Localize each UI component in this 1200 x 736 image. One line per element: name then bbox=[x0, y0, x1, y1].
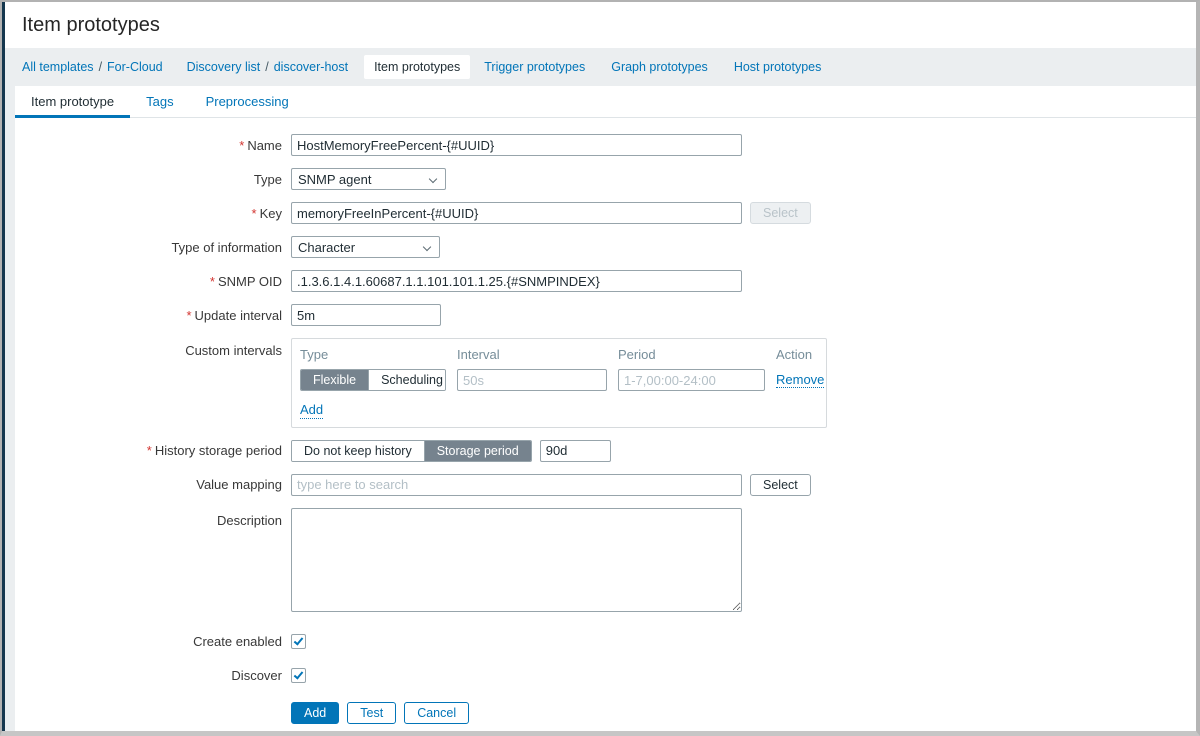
tab-tags[interactable]: Tags bbox=[130, 86, 189, 117]
create-enabled-label: Create enabled bbox=[15, 634, 282, 649]
chevron-down-icon bbox=[429, 175, 437, 183]
snmp-oid-row: *SNMP OID bbox=[15, 270, 1196, 292]
form-footer: Add Test Cancel bbox=[291, 702, 1196, 724]
type-of-information-label: Type of information bbox=[15, 240, 282, 255]
breadcrumb-discovery-rule[interactable]: discover-host bbox=[274, 60, 348, 74]
value-mapping-row: Value mapping Select bbox=[15, 474, 1196, 496]
app-window: Item prototypes All templates / For-Clou… bbox=[0, 0, 1200, 736]
custom-intervals-label: Custom intervals bbox=[15, 338, 282, 358]
breadcrumb-separator: / bbox=[265, 60, 268, 74]
history-storage-input[interactable] bbox=[540, 440, 611, 462]
name-input[interactable] bbox=[291, 134, 742, 156]
item-prototype-form: *Name Type SNMP agent *Key Select bbox=[15, 118, 1196, 724]
discover-row: Discover bbox=[15, 668, 1196, 683]
tab-preprocessing[interactable]: Preprocessing bbox=[190, 86, 305, 117]
type-select[interactable]: SNMP agent bbox=[291, 168, 446, 190]
main-area: Item prototypes All templates / For-Clou… bbox=[5, 2, 1196, 731]
discover-checkbox[interactable] bbox=[291, 668, 306, 683]
content-area: Item prototype Tags Preprocessing *Name … bbox=[5, 86, 1196, 731]
chevron-down-icon bbox=[423, 243, 431, 251]
nav-trigger-prototypes[interactable]: Trigger prototypes bbox=[484, 60, 585, 74]
page-header: Item prototypes bbox=[5, 2, 1196, 48]
add-interval-link[interactable]: Add bbox=[300, 402, 323, 419]
breadcrumb: All templates / For-Cloud Discovery list… bbox=[5, 48, 1196, 86]
checkmark-icon bbox=[294, 669, 304, 679]
required-asterisk: * bbox=[252, 206, 257, 221]
type-of-information-select[interactable]: Character bbox=[291, 236, 440, 258]
checkmark-icon bbox=[294, 635, 304, 645]
breadcrumb-template[interactable]: For-Cloud bbox=[107, 60, 163, 74]
tab-item-prototype[interactable]: Item prototype bbox=[15, 86, 130, 117]
header-interval: Interval bbox=[457, 347, 607, 362]
key-input[interactable] bbox=[291, 202, 742, 224]
sidebar-accent-bar bbox=[2, 2, 5, 731]
header-period: Period bbox=[618, 347, 765, 362]
remove-interval-link[interactable]: Remove bbox=[776, 372, 824, 389]
discover-label: Discover bbox=[15, 668, 282, 683]
add-button[interactable]: Add bbox=[291, 702, 339, 724]
required-asterisk: * bbox=[239, 138, 244, 153]
breadcrumb-discovery-list[interactable]: Discovery list bbox=[187, 60, 261, 74]
custom-intervals-table: Type Interval Period Action Flexible Sch… bbox=[291, 338, 827, 428]
key-select-button[interactable]: Select bbox=[750, 202, 811, 224]
snmp-oid-label: *SNMP OID bbox=[15, 274, 282, 289]
custom-intervals-row: Custom intervals Type Interval Period Ac… bbox=[15, 338, 1196, 428]
history-storage-label: *History storage period bbox=[15, 443, 282, 458]
update-interval-label: *Update interval bbox=[15, 308, 282, 323]
type-of-information-row: Type of information Character bbox=[15, 236, 1196, 258]
toggle-flexible[interactable]: Flexible bbox=[301, 370, 368, 390]
update-interval-row: *Update interval bbox=[15, 304, 1196, 326]
custom-intervals-header: Type Interval Period Action bbox=[300, 347, 818, 362]
required-asterisk: * bbox=[186, 308, 191, 323]
value-mapping-label: Value mapping bbox=[15, 477, 282, 492]
left-gutter bbox=[5, 86, 15, 731]
description-row: Description bbox=[15, 508, 1196, 612]
nav-graph-prototypes[interactable]: Graph prototypes bbox=[611, 60, 708, 74]
key-label: *Key bbox=[15, 206, 282, 221]
toggle-storage-period[interactable]: Storage period bbox=[424, 441, 531, 461]
create-enabled-checkbox[interactable] bbox=[291, 634, 306, 649]
test-button[interactable]: Test bbox=[347, 702, 396, 724]
toggle-scheduling[interactable]: Scheduling bbox=[368, 370, 446, 390]
period-input[interactable] bbox=[618, 369, 765, 391]
value-mapping-input[interactable] bbox=[291, 474, 742, 496]
breadcrumb-separator: / bbox=[99, 60, 102, 74]
custom-interval-row: Flexible Scheduling Remove bbox=[300, 369, 818, 391]
add-interval-row: Add bbox=[300, 402, 818, 419]
snmp-oid-input[interactable] bbox=[291, 270, 742, 292]
page-title: Item prototypes bbox=[22, 14, 160, 37]
update-interval-input[interactable] bbox=[291, 304, 441, 326]
key-row: *Key Select bbox=[15, 202, 1196, 224]
description-label: Description bbox=[15, 508, 282, 528]
type-select-value: SNMP agent bbox=[298, 172, 371, 187]
create-enabled-row: Create enabled bbox=[15, 634, 1196, 649]
type-label: Type bbox=[15, 172, 282, 187]
cancel-button[interactable]: Cancel bbox=[404, 702, 469, 724]
toggle-do-not-keep-history[interactable]: Do not keep history bbox=[292, 441, 424, 461]
name-row: *Name bbox=[15, 134, 1196, 156]
header-type: Type bbox=[300, 347, 446, 362]
nav-host-prototypes[interactable]: Host prototypes bbox=[734, 60, 822, 74]
type-row: Type SNMP agent bbox=[15, 168, 1196, 190]
breadcrumb-all-templates[interactable]: All templates bbox=[22, 60, 94, 74]
tab-container: Item prototype Tags Preprocessing *Name … bbox=[15, 86, 1196, 731]
interval-type-toggle: Flexible Scheduling bbox=[300, 369, 446, 391]
tab-bar: Item prototype Tags Preprocessing bbox=[15, 86, 1196, 118]
history-storage-row: *History storage period Do not keep hist… bbox=[15, 440, 1196, 462]
description-textarea[interactable] bbox=[291, 508, 742, 612]
type-of-information-value: Character bbox=[298, 240, 355, 255]
header-action: Action bbox=[776, 347, 818, 362]
required-asterisk: * bbox=[210, 274, 215, 289]
name-label: *Name bbox=[15, 138, 282, 153]
required-asterisk: * bbox=[147, 443, 152, 458]
nav-item-prototypes-active[interactable]: Item prototypes bbox=[364, 55, 470, 79]
history-storage-toggle: Do not keep history Storage period bbox=[291, 440, 532, 462]
interval-input[interactable] bbox=[457, 369, 607, 391]
value-mapping-select-button[interactable]: Select bbox=[750, 474, 811, 496]
